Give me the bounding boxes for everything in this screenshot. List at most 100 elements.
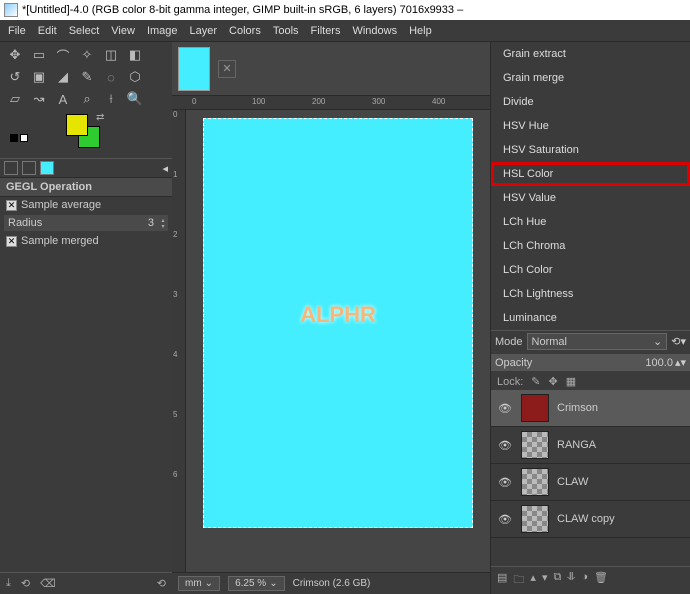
zoom-tool-icon[interactable]: 🔍 bbox=[126, 90, 144, 108]
gegl-title: GEGL Operation bbox=[0, 178, 172, 197]
visibility-eye-icon[interactable]: 👁 bbox=[497, 476, 513, 489]
radius-down-icon[interactable]: ▾ bbox=[158, 223, 168, 229]
opacity-slider[interactable]: Opacity 100.0 ▴▾ bbox=[491, 354, 690, 371]
delete-layer-icon[interactable]: 🗑 bbox=[594, 571, 608, 590]
app-icon bbox=[4, 3, 18, 17]
clone-tool-icon[interactable]: ⬡ bbox=[126, 68, 144, 86]
duplicate-layer-icon[interactable]: ⧉ bbox=[553, 571, 561, 590]
swap-colors-icon[interactable]: ⇄ bbox=[96, 112, 104, 123]
delete-preset-icon[interactable]: ⌫ bbox=[40, 577, 56, 590]
window-title: *[Untitled]-4.0 (RGB color 8-bit gamma i… bbox=[22, 4, 463, 16]
layer-name: Crimson bbox=[557, 402, 598, 414]
fg-color-swatch[interactable] bbox=[66, 114, 88, 136]
close-image-icon[interactable]: ✕ bbox=[218, 60, 236, 78]
move-tool-icon[interactable]: ✥ bbox=[6, 46, 24, 64]
text-tool-icon[interactable]: A bbox=[54, 90, 72, 108]
path-tool-icon[interactable]: ↝ bbox=[30, 90, 48, 108]
reset-icon[interactable]: ⟲ bbox=[21, 577, 30, 590]
blend-mode-hsv-saturation[interactable]: HSV Saturation bbox=[491, 138, 690, 162]
layer-row[interactable]: 👁 CLAW copy bbox=[491, 501, 690, 538]
sample-merged-checkbox[interactable]: ✕ bbox=[6, 236, 17, 247]
reset-all-icon[interactable]: ⟲ bbox=[157, 577, 166, 590]
save-preset-icon[interactable]: ⤓ bbox=[6, 577, 11, 590]
new-layer-icon[interactable]: ▤ bbox=[497, 571, 507, 590]
gradient-tool-icon[interactable]: ◢ bbox=[54, 68, 72, 86]
blend-mode-grain-merge[interactable]: Grain merge bbox=[491, 66, 690, 90]
lock-position-icon[interactable]: ✥ bbox=[549, 375, 558, 388]
canvas-viewport[interactable]: ALPHR bbox=[186, 110, 490, 572]
status-bar: mm⌄ 6.25 %⌄ Crimson (2.6 GB) bbox=[172, 572, 490, 594]
menu-filters[interactable]: Filters bbox=[311, 25, 341, 37]
image-tab-icon[interactable] bbox=[40, 161, 54, 175]
layer-group-icon[interactable]: 🗀 bbox=[513, 571, 524, 590]
visibility-eye-icon[interactable]: 👁 bbox=[497, 439, 513, 452]
measure-tool-icon[interactable]: ⟊ bbox=[102, 90, 120, 108]
layer-name: CLAW copy bbox=[557, 513, 615, 525]
layer-row[interactable]: 👁RANGA bbox=[491, 427, 690, 464]
rect-select-tool-icon[interactable]: ▭ bbox=[30, 46, 48, 64]
menu-edit[interactable]: Edit bbox=[38, 25, 57, 37]
menu-windows[interactable]: Windows bbox=[352, 25, 397, 37]
mode-dropdown[interactable]: Normal⌄ bbox=[527, 333, 668, 350]
default-colors-icon[interactable] bbox=[10, 134, 28, 142]
raise-layer-icon[interactable]: ▴ bbox=[530, 571, 536, 590]
menu-select[interactable]: Select bbox=[69, 25, 100, 37]
transform-tool-icon[interactable]: ◧ bbox=[126, 46, 144, 64]
merge-layer-icon[interactable]: ⥥ bbox=[567, 571, 575, 590]
lock-pixels-icon[interactable]: ✎ bbox=[531, 375, 540, 388]
smudge-tool-icon[interactable]: ▱ bbox=[6, 90, 24, 108]
image-thumb[interactable] bbox=[178, 47, 210, 91]
lower-layer-icon[interactable]: ▾ bbox=[542, 571, 548, 590]
menu-tools[interactable]: Tools bbox=[273, 25, 299, 37]
bucket-tool-icon[interactable]: ▣ bbox=[30, 68, 48, 86]
device-status-tab-icon[interactable] bbox=[22, 161, 36, 175]
ruler-vertical: 0123456 bbox=[172, 110, 186, 572]
menu-file[interactable]: File bbox=[8, 25, 26, 37]
picker-tool-icon[interactable]: ⌕ bbox=[78, 90, 96, 108]
dock-tabstrip: ◂ bbox=[0, 158, 172, 178]
radius-value: 3 bbox=[144, 215, 158, 231]
mode-reset-icon[interactable]: ⟲▾ bbox=[671, 335, 686, 348]
tab-menu-icon[interactable]: ◂ bbox=[162, 162, 168, 175]
blend-mode-luminance[interactable]: Luminance bbox=[491, 306, 690, 330]
unit-select[interactable]: mm⌄ bbox=[178, 576, 220, 591]
visibility-eye-icon[interactable]: 👁 bbox=[497, 402, 513, 415]
menu-image[interactable]: Image bbox=[147, 25, 178, 37]
canvas[interactable]: ALPHR bbox=[203, 118, 473, 528]
warp-tool-icon[interactable]: ↺ bbox=[6, 68, 24, 86]
menu-layer[interactable]: Layer bbox=[190, 25, 218, 37]
menu-colors[interactable]: Colors bbox=[229, 25, 261, 37]
layer-row[interactable]: 👁 Crimson bbox=[491, 390, 690, 427]
radius-spin[interactable]: Radius 3 ▴▾ bbox=[4, 215, 168, 231]
blend-mode-menu[interactable]: Grain extractGrain mergeDivideHSV HueHSV… bbox=[491, 42, 690, 330]
zoom-select[interactable]: 6.25 %⌄ bbox=[228, 576, 285, 591]
eraser-tool-icon[interactable]: ◌ bbox=[102, 68, 120, 86]
main-menubar[interactable]: File Edit Select View Image Layer Colors Tools F… bbox=[0, 20, 690, 42]
blend-mode-lch-color[interactable]: LCh Color bbox=[491, 258, 690, 282]
sample-average-checkbox[interactable]: ✕ bbox=[6, 200, 17, 211]
mask-layer-icon[interactable]: ◑ bbox=[581, 571, 588, 590]
lock-alpha-icon[interactable]: ▦ bbox=[566, 375, 576, 388]
blend-mode-hsv-hue[interactable]: HSV Hue bbox=[491, 114, 690, 138]
blend-mode-lch-chroma[interactable]: LCh Chroma bbox=[491, 234, 690, 258]
visibility-eye-icon[interactable]: 👁 bbox=[497, 513, 513, 526]
blend-mode-hsv-value[interactable]: HSV Value bbox=[491, 186, 690, 210]
image-tabs: ✕ bbox=[172, 42, 490, 96]
menu-help[interactable]: Help bbox=[409, 25, 432, 37]
lasso-tool-icon[interactable]: ⌒ bbox=[54, 46, 72, 64]
right-panel: Grain extractGrain mergeDivideHSV HueHSV… bbox=[490, 42, 690, 594]
color-swatches[interactable]: ⇄ bbox=[66, 114, 166, 154]
layer-thumb bbox=[521, 394, 549, 422]
crop-tool-icon[interactable]: ◫ bbox=[102, 46, 120, 64]
tool-options-tab-icon[interactable] bbox=[4, 161, 18, 175]
brush-tool-icon[interactable]: ✎ bbox=[78, 68, 96, 86]
layer-row[interactable]: 👁CLAW bbox=[491, 464, 690, 501]
wand-tool-icon[interactable]: ✧ bbox=[78, 46, 96, 64]
left-dock-buttons: ⤓ ⟲ ⌫ ⟲ bbox=[0, 572, 172, 594]
blend-mode-hsl-color[interactable]: HSL Color bbox=[491, 162, 690, 186]
menu-view[interactable]: View bbox=[111, 25, 135, 37]
blend-mode-lch-lightness[interactable]: LCh Lightness bbox=[491, 282, 690, 306]
blend-mode-lch-hue[interactable]: LCh Hue bbox=[491, 210, 690, 234]
blend-mode-divide[interactable]: Divide bbox=[491, 90, 690, 114]
blend-mode-grain-extract[interactable]: Grain extract bbox=[491, 42, 690, 66]
